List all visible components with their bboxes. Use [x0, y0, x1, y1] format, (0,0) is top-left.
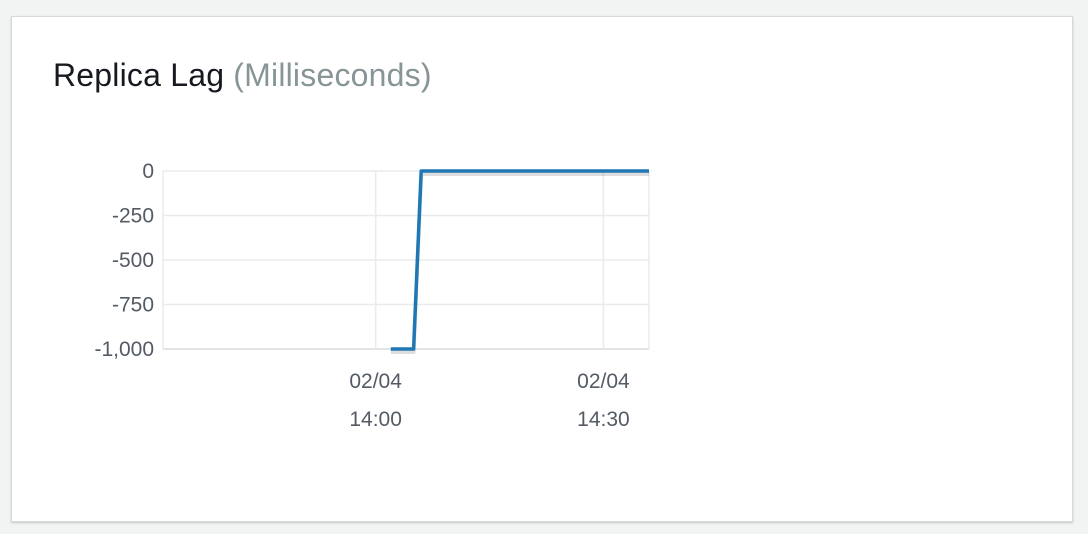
- x-tick-label: 14:00: [349, 408, 402, 431]
- y-tick-label: -1,000: [94, 338, 154, 361]
- y-tick-label: 0: [142, 160, 154, 183]
- x-tick-label: 14:30: [577, 408, 630, 431]
- x-tick-label: 02/04: [577, 370, 630, 393]
- x-tick-label: 02/04: [349, 370, 402, 393]
- series-line-shadow: [390, 172, 649, 354]
- y-tick-label: -250: [112, 205, 154, 228]
- grid-layer: [162, 170, 650, 350]
- y-tick-label: -500: [112, 249, 154, 272]
- tick-label-layer: 0 -250 -500 -750 -1,000 02/04 14:00 02/04 14:30: [94, 160, 630, 431]
- series-layer: [390, 169, 649, 354]
- replica-lag-chart: 0 -250 -500 -750 -1,000 02/04 14:00 02/04 14:30: [94, 160, 650, 431]
- y-tick-label: -750: [112, 294, 154, 317]
